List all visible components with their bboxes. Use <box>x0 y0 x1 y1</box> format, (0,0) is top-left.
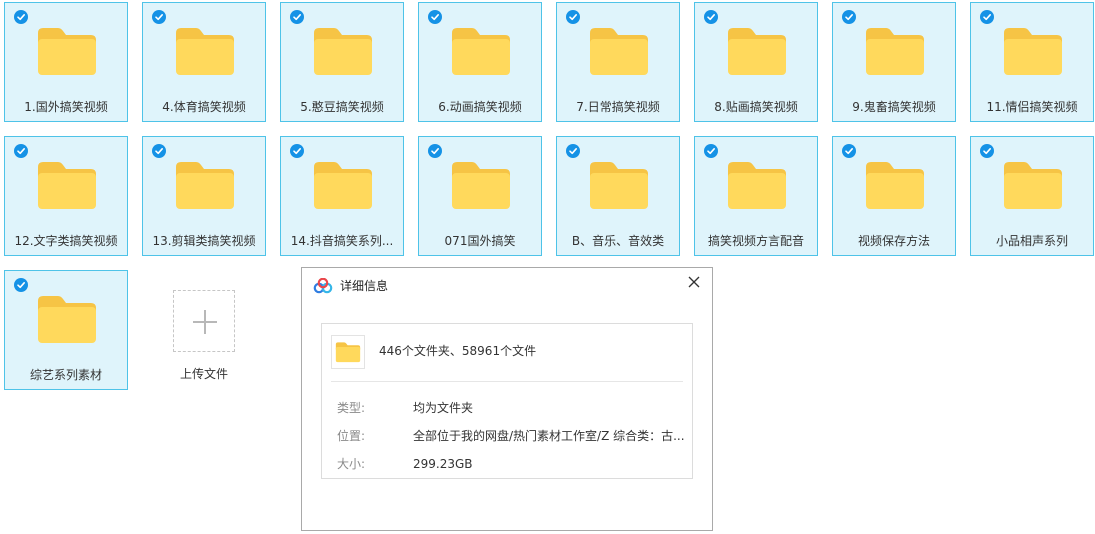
folder-tile[interactable]: 12.文字类搞笑视频 <box>4 136 128 256</box>
dialog-titlebar: 详细信息 <box>302 268 712 304</box>
folder-name: 14.抖音搞笑系列... <box>290 234 394 248</box>
folder-name: 视频保存方法 <box>857 234 930 248</box>
folder-icon <box>450 159 512 211</box>
folder-icon <box>450 25 512 77</box>
folder-icon <box>331 335 365 369</box>
type-value: 均为文件夹 <box>413 401 474 415</box>
folder-name: 综艺系列素材 <box>29 368 102 382</box>
folder-name: 小品相声系列 <box>995 234 1068 248</box>
folder-tile[interactable]: 搞笑视频方言配音 <box>694 136 818 256</box>
check-icon[interactable] <box>704 10 718 24</box>
check-icon[interactable] <box>14 144 28 158</box>
folder-name: 4.体育搞笑视频 <box>162 100 246 114</box>
folder-tile[interactable]: 11.情侣搞笑视频 <box>970 2 1094 122</box>
folder-icon <box>864 159 926 211</box>
plus-icon[interactable] <box>173 290 235 352</box>
folder-tile[interactable]: 1.国外搞笑视频 <box>4 2 128 122</box>
check-icon[interactable] <box>152 144 166 158</box>
check-icon[interactable] <box>428 144 442 158</box>
divider <box>331 381 683 382</box>
folder-name: 071国外搞笑 <box>444 234 516 248</box>
close-icon[interactable] <box>684 272 704 292</box>
folder-icon <box>588 25 650 77</box>
folder-name: B、音乐、音效类 <box>571 234 665 248</box>
check-icon[interactable] <box>290 10 304 24</box>
folder-tile[interactable]: 071国外搞笑 <box>418 136 542 256</box>
folder-icon <box>1002 159 1064 211</box>
folder-tile[interactable]: 9.鬼畜搞笑视频 <box>832 2 956 122</box>
folder-icon <box>36 293 98 345</box>
folder-icon <box>312 159 374 211</box>
folder-icon <box>1002 25 1064 77</box>
location-key: 位置: <box>337 429 366 443</box>
check-icon[interactable] <box>842 144 856 158</box>
check-icon[interactable] <box>14 10 28 24</box>
folder-name: 1.国外搞笑视频 <box>24 100 108 114</box>
cloud-app-icon <box>313 277 333 294</box>
check-icon[interactable] <box>14 278 28 292</box>
folder-tile[interactable]: 5.憨豆搞笑视频 <box>280 2 404 122</box>
folder-name: 12.文字类搞笑视频 <box>14 234 118 248</box>
folder-icon <box>174 25 236 77</box>
folder-name: 13.剪辑类搞笑视频 <box>152 234 256 248</box>
folder-name: 7.日常搞笑视频 <box>576 100 660 114</box>
folder-tile[interactable]: 4.体育搞笑视频 <box>142 2 266 122</box>
size-value: 299.23GB <box>413 457 473 471</box>
folder-icon <box>588 159 650 211</box>
check-icon[interactable] <box>152 10 166 24</box>
location-value: 全部位于我的网盘/热门素材工作室/Z 综合类：古... <box>413 429 685 443</box>
upload-file-label: 上传文件 <box>179 367 228 381</box>
check-icon[interactable] <box>980 10 994 24</box>
size-key: 大小: <box>337 457 366 471</box>
folder-name: 8.贴画搞笑视频 <box>714 100 798 114</box>
check-icon[interactable] <box>842 10 856 24</box>
folder-icon <box>36 25 98 77</box>
folder-icon <box>312 25 374 77</box>
dialog-title: 详细信息 <box>340 279 389 293</box>
check-icon[interactable] <box>428 10 442 24</box>
folder-tile[interactable]: 14.抖音搞笑系列... <box>280 136 404 256</box>
folder-name: 搞笑视频方言配音 <box>707 234 804 248</box>
folder-tile[interactable]: B、音乐、音效类 <box>556 136 680 256</box>
folder-name: 6.动画搞笑视频 <box>438 100 522 114</box>
folder-tile[interactable]: 8.贴画搞笑视频 <box>694 2 818 122</box>
folder-name: 11.情侣搞笑视频 <box>986 100 1078 114</box>
check-icon[interactable] <box>704 144 718 158</box>
upload-file-tile[interactable]: 上传文件 <box>142 270 266 390</box>
check-icon[interactable] <box>980 144 994 158</box>
folder-tile[interactable]: 综艺系列素材 <box>4 270 128 390</box>
folder-tile[interactable]: 小品相声系列 <box>970 136 1094 256</box>
folder-icon <box>174 159 236 211</box>
selection-summary: 446个文件夹、58961个文件 <box>379 344 537 358</box>
type-key: 类型: <box>337 401 366 415</box>
folder-icon <box>864 25 926 77</box>
folder-tile[interactable]: 13.剪辑类搞笑视频 <box>142 136 266 256</box>
folder-tile[interactable]: 7.日常搞笑视频 <box>556 2 680 122</box>
folder-icon <box>36 159 98 211</box>
check-icon[interactable] <box>566 144 580 158</box>
folder-icon <box>726 159 788 211</box>
folder-name: 9.鬼畜搞笑视频 <box>852 100 936 114</box>
folder-tile[interactable]: 6.动画搞笑视频 <box>418 2 542 122</box>
check-icon[interactable] <box>290 144 304 158</box>
details-dialog: 详细信息 446个文件夹、58961个文件 类型: 均为文件夹 位置: 全部位于… <box>301 267 713 531</box>
details-panel: 446个文件夹、58961个文件 类型: 均为文件夹 位置: 全部位于我的网盘/… <box>321 323 693 479</box>
folder-name: 5.憨豆搞笑视频 <box>300 100 384 114</box>
check-icon[interactable] <box>566 10 580 24</box>
folder-icon <box>726 25 788 77</box>
folder-tile[interactable]: 视频保存方法 <box>832 136 956 256</box>
